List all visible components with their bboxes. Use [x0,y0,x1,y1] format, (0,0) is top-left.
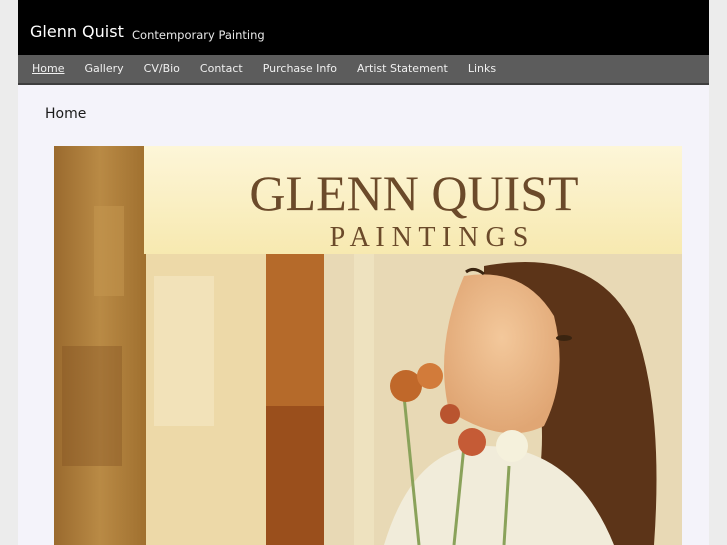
hero-painting-image: GLENN QUIST P A I N T I N G S [54,146,682,545]
site-header: Glenn Quist Contemporary Painting [18,0,709,55]
painting-artwork: GLENN QUIST P A I N T I N G S [54,146,682,545]
nav-item-cv-bio[interactable]: CV/Bio [134,55,190,83]
nav-item-home[interactable]: Home [22,55,74,83]
nav-item-links[interactable]: Links [458,55,506,83]
page-wrapper: Glenn Quist Contemporary Painting Home G… [18,0,709,545]
page-title: Home [45,106,87,122]
banner-line-2: P A I N T I N G S [330,222,529,253]
main-nav: Home Gallery CV/Bio Contact Purchase Inf… [18,55,709,85]
nav-item-contact[interactable]: Contact [190,55,253,83]
site-tagline: Contemporary Painting [132,28,265,42]
banner-line-1: GLENN QUIST [249,165,578,221]
nav-item-artist-statement[interactable]: Artist Statement [347,55,458,83]
nav-item-gallery[interactable]: Gallery [74,55,133,83]
nav-item-purchase-info[interactable]: Purchase Info [253,55,347,83]
site-title[interactable]: Glenn Quist [30,22,124,41]
